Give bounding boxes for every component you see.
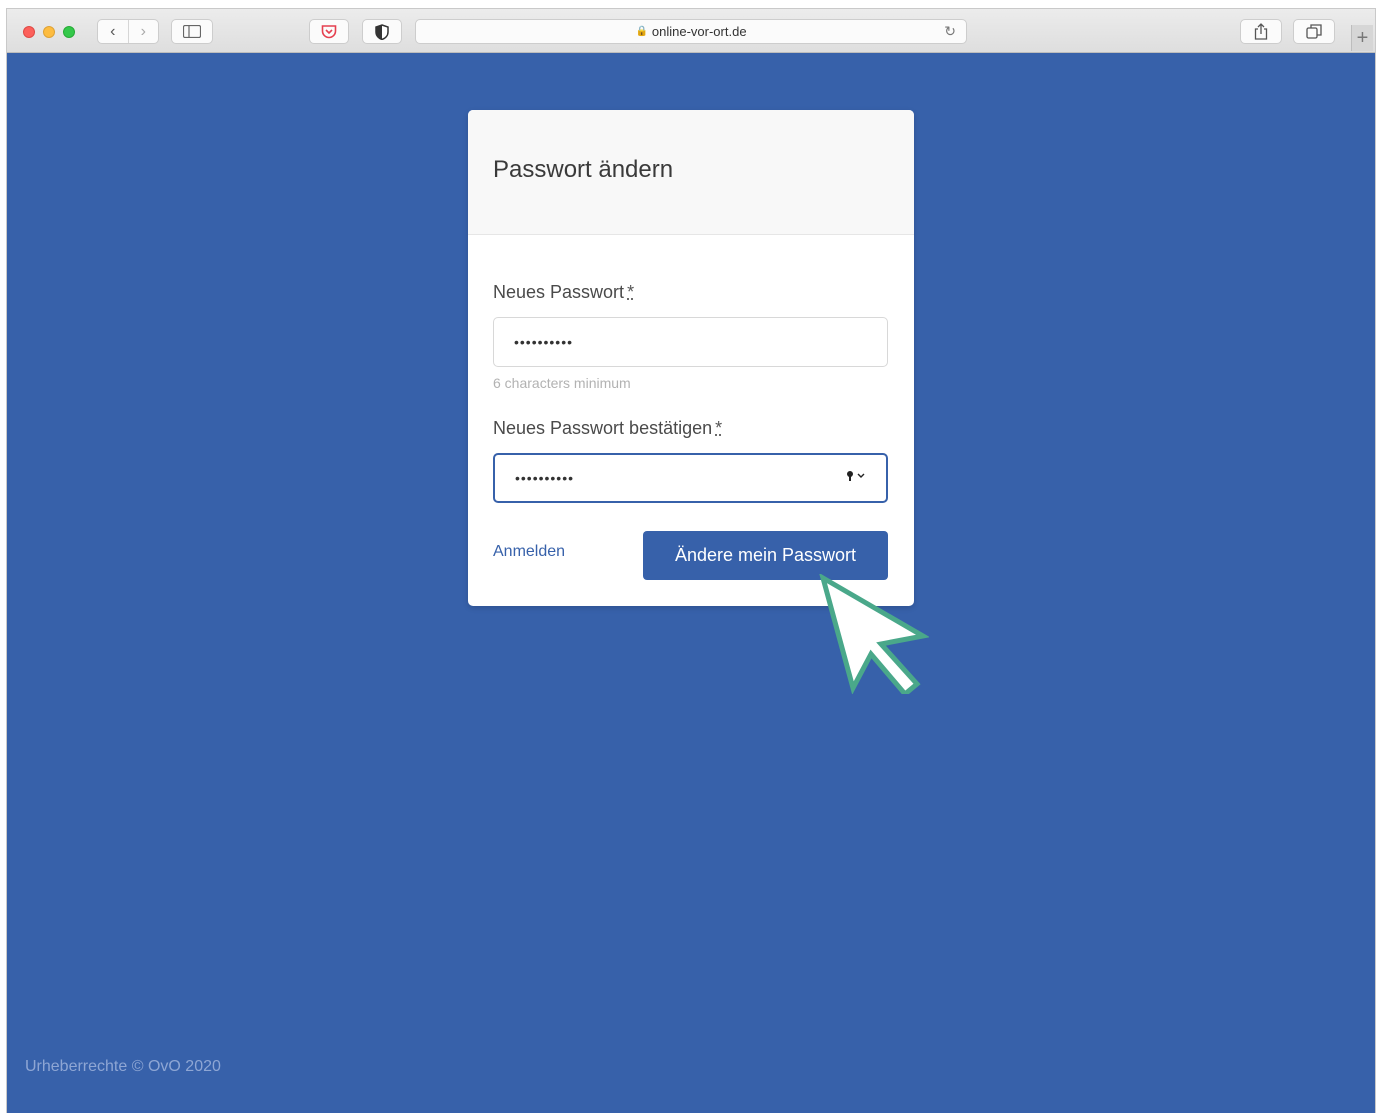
url-text: online-vor-ort.de xyxy=(651,24,747,39)
change-password-button[interactable]: Ändere mein Passwort xyxy=(643,531,888,580)
sidebar-toggle-button[interactable] xyxy=(171,19,213,44)
zoom-window-button[interactable] xyxy=(63,26,75,38)
confirm-password-input[interactable]: •••••••••• xyxy=(493,453,888,503)
sidebar-icon xyxy=(183,25,201,38)
required-marker: * xyxy=(715,418,723,438)
history-navigation: ‹ › xyxy=(97,19,159,44)
share-button[interactable] xyxy=(1240,19,1282,44)
tabs-icon xyxy=(1306,24,1322,39)
browser-toolbar: ‹ › 🔒 online-vor-ort.de ↻ + xyxy=(7,9,1375,53)
confirm-password-label-text: Neues Passwort bestätigen xyxy=(493,418,713,438)
new-password-input[interactable]: •••••••••• xyxy=(493,317,888,367)
password-hint: 6 characters minimum xyxy=(493,375,631,391)
share-icon xyxy=(1254,23,1268,40)
login-link[interactable]: Anmelden xyxy=(493,543,565,561)
confirm-password-value: •••••••••• xyxy=(515,470,575,486)
change-password-card: Passwort ändern Neues Passwort * ••••••••… xyxy=(468,110,914,606)
confirm-password-label: Neues Passwort bestätigen * xyxy=(493,418,722,439)
new-password-label: Neues Passwort * xyxy=(493,282,634,303)
pocket-button[interactable] xyxy=(309,19,349,44)
password-autofill-key-icon[interactable] xyxy=(846,469,866,485)
copyright-footer: Urheberrechte © OvO 2020 xyxy=(25,1058,221,1075)
required-marker: * xyxy=(627,282,635,302)
lock-icon: 🔒 xyxy=(635,26,648,37)
forward-icon[interactable]: › xyxy=(127,20,159,43)
close-window-button[interactable] xyxy=(23,26,35,38)
reload-icon[interactable]: ↻ xyxy=(944,23,956,40)
back-icon[interactable]: ‹ xyxy=(98,20,128,43)
minimize-window-button[interactable] xyxy=(43,26,55,38)
new-password-value: •••••••••• xyxy=(514,334,574,350)
shield-icon xyxy=(375,23,389,40)
pointer-cursor-icon xyxy=(819,574,929,694)
page-title: Passwort ändern xyxy=(493,156,674,183)
card-header: Passwort ändern xyxy=(468,110,914,235)
tabs-overview-button[interactable] xyxy=(1293,19,1335,44)
address-bar[interactable]: 🔒 online-vor-ort.de ↻ xyxy=(415,19,967,44)
pocket-icon xyxy=(321,25,337,39)
privacy-shield-button[interactable] xyxy=(362,19,402,44)
new-password-label-text: Neues Passwort xyxy=(493,282,625,302)
browser-window: ‹ › 🔒 online-vor-ort.de ↻ + Passwort änd… xyxy=(6,8,1376,1113)
new-tab-button[interactable]: + xyxy=(1351,25,1373,51)
